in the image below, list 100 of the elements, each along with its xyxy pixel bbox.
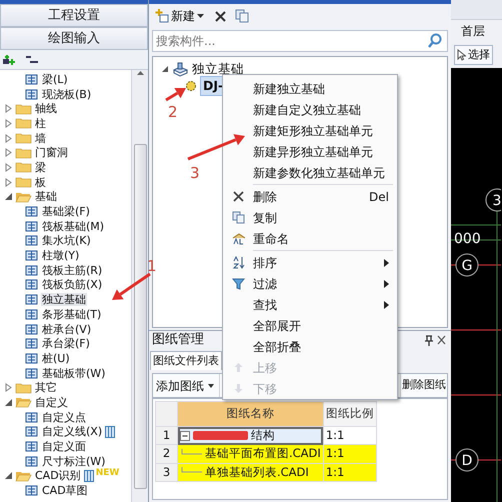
collapsed-arrow-icon[interactable] xyxy=(4,178,13,187)
expand-all-icon[interactable] xyxy=(3,54,17,66)
table-cell[interactable]: 基础平面布置图.CADI xyxy=(178,444,324,463)
menu-item[interactable]: 新建参数化独立基础单元 xyxy=(223,162,397,183)
panel-title: 图纸管理 xyxy=(152,331,204,350)
copy-icon[interactable] xyxy=(235,9,249,23)
toolbar-button[interactable]: 删除图纸 xyxy=(400,374,447,397)
tree-category[interactable]: 独立基础 xyxy=(192,60,244,78)
tree-folder[interactable]: CAD识别 xyxy=(34,469,82,482)
menu-item[interactable]: 新建异形独立基础单元 xyxy=(223,141,397,162)
menu-item[interactable]: 过滤 xyxy=(223,273,397,294)
expanded-arrow-icon[interactable] xyxy=(4,398,13,407)
collapsed-arrow-icon[interactable] xyxy=(4,118,13,128)
tree-item[interactable]: 尺寸标注(W) xyxy=(41,454,106,468)
annotation-number: 3 xyxy=(190,164,200,182)
pointer-icon xyxy=(457,49,466,61)
tree-item[interactable]: 筏板负筋(X) xyxy=(41,278,104,292)
panel-button[interactable]: 工程设置 xyxy=(0,4,148,27)
component-icon xyxy=(24,454,39,468)
tree-item[interactable]: 集水坑(K) xyxy=(41,234,92,248)
menu-item[interactable]: 全部展开 xyxy=(223,315,397,336)
menu-item[interactable]: 重命名 xyxy=(223,228,397,249)
drawing-name: 基础平面布置图.CADI xyxy=(205,445,321,462)
menu-item[interactable]: 新建自定义独立基础 xyxy=(223,99,397,120)
toolbar-button[interactable]: 添加图纸 xyxy=(153,374,220,397)
scrollbar-thumb[interactable] xyxy=(134,144,146,489)
tree-item[interactable]: CAD草图 xyxy=(41,484,89,498)
tree-folder[interactable]: 基础 xyxy=(34,190,58,204)
folder-icon xyxy=(15,161,32,174)
panel-icon[interactable] xyxy=(105,426,116,438)
row-number: 1 xyxy=(156,426,178,445)
menu-item[interactable]: 排序 xyxy=(223,252,397,273)
tab[interactable]: 图纸文件列表 xyxy=(150,350,222,370)
filter-icon xyxy=(232,277,244,290)
tree-folder[interactable]: 梁 xyxy=(34,160,47,174)
annotation-number: 2 xyxy=(168,103,178,121)
expanded-arrow-icon[interactable] xyxy=(4,192,13,202)
tree-folder[interactable]: 轴线 xyxy=(34,102,58,116)
column-header[interactable]: 图纸名称 xyxy=(178,402,324,426)
menu-item[interactable]: 新建矩形独立基础单元 xyxy=(223,120,397,141)
tree-folder[interactable]: 门窗洞 xyxy=(34,146,69,160)
tree-folder[interactable]: 自定义 xyxy=(34,396,69,409)
tree-item[interactable]: 桩(U) xyxy=(41,352,71,365)
column-header[interactable]: 图纸比例 xyxy=(323,402,376,426)
collapsed-arrow-icon[interactable] xyxy=(4,148,13,158)
component-icon xyxy=(24,205,39,218)
panel-icon[interactable] xyxy=(84,470,94,482)
tree-item[interactable]: 筏板主筋(R) xyxy=(41,264,104,277)
tree-item[interactable]: 自定义面 xyxy=(41,440,87,454)
component-icon xyxy=(24,72,39,86)
gear-icon xyxy=(185,80,197,92)
new-label: NEW xyxy=(96,468,120,478)
collapsed-arrow-icon[interactable] xyxy=(4,104,13,114)
collapse-icon[interactable] xyxy=(180,430,190,441)
tree-folder[interactable]: 柱 xyxy=(34,116,47,130)
row-number: 2 xyxy=(156,444,178,463)
new-button[interactable]: 新建 xyxy=(153,7,206,25)
tree-folder[interactable]: 板 xyxy=(34,176,47,189)
dimension-label: 000 xyxy=(454,231,481,247)
tree-item[interactable]: 基础梁(F) xyxy=(41,205,91,218)
tree-item[interactable]: 桩承台(V) xyxy=(41,322,92,336)
component-icon xyxy=(24,322,39,336)
annotation-arrow xyxy=(165,88,186,102)
tree-folder[interactable]: 其它 xyxy=(34,381,58,394)
collapsed-arrow-icon[interactable] xyxy=(4,162,13,172)
select-button[interactable]: 选择 xyxy=(454,45,493,65)
panel-button[interactable]: 绘图输入 xyxy=(0,27,148,50)
folder-icon xyxy=(15,102,32,115)
tree-item[interactable]: 自定义点 xyxy=(41,410,87,424)
caret-icon xyxy=(197,14,204,18)
expanded-arrow-icon[interactable] xyxy=(4,471,13,480)
collapsed-arrow-icon[interactable] xyxy=(4,134,13,143)
drawing-name: 单独基础列表.CADI xyxy=(205,464,309,480)
tree-item[interactable]: 基础板带(W) xyxy=(41,366,106,380)
tree-item[interactable]: 承台梁(F) xyxy=(41,337,91,350)
component-icon xyxy=(24,366,39,380)
tree-item[interactable]: 自定义线(X) xyxy=(41,425,104,438)
table-cell[interactable]: 结构 xyxy=(178,426,324,445)
tree-item[interactable]: 筏板基础(M) xyxy=(41,220,106,233)
pin-icon[interactable] xyxy=(424,334,434,346)
tree-folder[interactable]: 墙 xyxy=(34,132,47,145)
tree-item[interactable]: 柱墩(Y) xyxy=(41,249,80,262)
tree-item[interactable]: 现浇板(B) xyxy=(41,88,92,101)
scrollbar[interactable] xyxy=(131,70,148,502)
expanded-arrow-icon[interactable] xyxy=(161,65,169,73)
component-icon xyxy=(24,410,39,424)
menu-item[interactable]: 复制 xyxy=(223,207,397,228)
table-cell[interactable]: 单独基础列表.CADI xyxy=(178,463,324,482)
component-icon xyxy=(24,425,39,438)
menu-item[interactable]: 全部折叠 xyxy=(223,336,397,357)
menu-item[interactable]: 删除 Del xyxy=(223,186,397,207)
axis-bubble: G xyxy=(456,254,478,276)
row-number: 3 xyxy=(156,463,178,482)
tree-item[interactable]: 条形基础(T) xyxy=(41,308,102,321)
collapse-all-icon[interactable] xyxy=(25,54,39,66)
menu-item[interactable]: 查找 xyxy=(223,294,397,315)
tree-item[interactable]: 独立基础 xyxy=(41,293,87,306)
collapsed-arrow-icon[interactable] xyxy=(4,383,13,392)
tree-item[interactable]: 梁(L) xyxy=(41,72,69,86)
delete-icon[interactable] xyxy=(214,10,227,22)
